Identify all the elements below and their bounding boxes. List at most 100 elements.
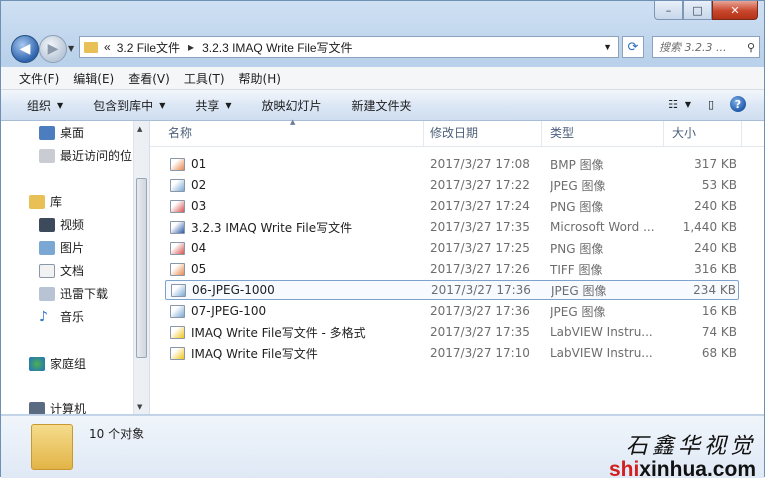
address-bar[interactable]: « 3.2 File文件 ▸ 3.2.3 IMAQ Write File写文件 …	[79, 36, 619, 58]
music-icon: ♪	[39, 308, 48, 325]
video-icon	[39, 217, 55, 232]
scroll-down-icon[interactable]: ▼	[137, 403, 142, 411]
forward-button[interactable]: ▶	[39, 35, 67, 63]
table-row[interactable]: 03 2017/3/27 17:24 PNG 图像 240 KB	[165, 196, 739, 216]
column-type[interactable]: 类型	[542, 121, 664, 146]
command-bar: 组织 ▼ 包含到库中 ▼ 共享 ▼ 放映幻灯片 新建文件夹 ☷ ▼ ▯ ?	[1, 90, 764, 121]
organize-button[interactable]: 组织 ▼	[27, 97, 63, 114]
caption-buttons: – □ ✕	[654, 1, 758, 20]
file-size: 316 KB	[694, 262, 737, 276]
maximize-button[interactable]: □	[683, 1, 712, 20]
minimize-button[interactable]: –	[654, 1, 683, 20]
include-in-library-button[interactable]: 包含到库中 ▼	[93, 97, 165, 114]
breadcrumb-overflow[interactable]: «	[104, 40, 111, 54]
chevron-down-icon[interactable]: ▼	[603, 42, 612, 52]
folder-icon	[31, 424, 73, 470]
nav-item-pictures[interactable]: 图片	[39, 239, 84, 256]
menu-help[interactable]: 帮助(H)	[233, 70, 289, 87]
include-in-library-label: 包含到库中	[93, 98, 154, 113]
file-date: 2017/3/27 17:36	[430, 304, 530, 318]
file-size: 234 KB	[693, 283, 736, 297]
table-row[interactable]: IMAQ Write File写文件 2017/3/27 17:10 LabVIEW…	[165, 343, 739, 363]
file-type: PNG 图像	[550, 241, 604, 256]
nav-item-label: 文档	[60, 264, 85, 278]
file-size: 16 KB	[701, 304, 737, 318]
download-icon	[39, 286, 55, 301]
view-options-icon[interactable]: ☷	[664, 96, 682, 112]
file-name: 01	[191, 157, 207, 171]
scrollbar-thumb[interactable]	[136, 178, 147, 358]
file-name: 06-JPEG-1000	[192, 283, 275, 297]
file-name: 02	[191, 178, 207, 192]
nav-item-computer[interactable]: 计算机	[29, 400, 86, 414]
close-button[interactable]: ✕	[712, 1, 758, 20]
nav-item-homegroup[interactable]: 家庭组	[29, 355, 86, 372]
nav-scrollbar[interactable]: ▲ ▼	[133, 121, 149, 414]
table-row[interactable]: 05 2017/3/27 17:26 TIFF 图像 316 KB	[165, 259, 739, 279]
share-button[interactable]: 共享 ▼	[195, 97, 231, 114]
file-name: 03	[191, 199, 207, 213]
chevron-down-icon[interactable]: ▼	[684, 96, 692, 112]
scroll-up-icon[interactable]: ▲	[137, 125, 142, 133]
file-date: 2017/3/27 17:08	[430, 157, 530, 171]
breadcrumb-item[interactable]: 3.2.3 IMAQ Write File写文件	[202, 39, 352, 56]
table-row[interactable]: 04 2017/3/27 17:25 PNG 图像 240 KB	[165, 238, 739, 258]
table-row[interactable]: 02 2017/3/27 17:22 JPEG 图像 53 KB	[165, 175, 739, 195]
table-row[interactable]: 01 2017/3/27 17:08 BMP 图像 317 KB	[165, 154, 739, 174]
recent-pages-dropdown[interactable]: ▼	[68, 44, 74, 53]
file-type: BMP 图像	[550, 157, 604, 172]
library-icon	[29, 194, 45, 209]
refresh-icon: ⟳	[627, 39, 639, 55]
search-placeholder: 搜索 3.2.3 ...	[659, 41, 727, 54]
menu-file[interactable]: 文件(F)	[1, 70, 67, 87]
new-folder-button[interactable]: 新建文件夹	[352, 97, 412, 114]
nav-item-desktop[interactable]: 桌面	[39, 124, 84, 141]
search-input[interactable]: 搜索 3.2.3 ... ⚲	[652, 36, 760, 58]
file-date: 2017/3/27 17:36	[431, 283, 531, 297]
nav-item-music[interactable]: ♪ 音乐	[39, 308, 84, 325]
menu-view[interactable]: 查看(V)	[122, 70, 178, 87]
table-row[interactable]: IMAQ Write File写文件 - 多格式 2017/3/27 17:35 L…	[165, 322, 739, 342]
column-name[interactable]: 名称	[160, 121, 424, 146]
file-name: IMAQ Write File写文件 - 多格式	[191, 325, 366, 340]
watermark: 石鑫华视觉 shixinhua.com	[609, 428, 756, 482]
file-name: 07-JPEG-100	[191, 304, 267, 318]
breadcrumb-item[interactable]: 3.2 File文件	[117, 39, 180, 56]
file-date: 2017/3/27 17:35	[430, 220, 530, 234]
slideshow-button[interactable]: 放映幻灯片	[262, 97, 322, 114]
file-date: 2017/3/27 17:24	[430, 199, 530, 213]
column-size[interactable]: 大小	[664, 121, 742, 146]
watermark-chinese: 石鑫华视觉	[625, 434, 756, 459]
png-icon	[170, 241, 185, 255]
file-date: 2017/3/27 17:10	[430, 346, 530, 360]
jpeg-icon	[171, 283, 186, 297]
file-date: 2017/3/27 17:25	[430, 241, 530, 255]
breadcrumb-separator-icon[interactable]: ▸	[188, 40, 194, 54]
menu-edit[interactable]: 编辑(E)	[67, 70, 122, 87]
table-row[interactable]: 06-JPEG-1000 2017/3/27 17:36 JPEG 图像 234 KB	[165, 280, 739, 300]
file-size: 53 KB	[701, 178, 737, 192]
file-name: 04	[191, 241, 207, 255]
nav-item-recent[interactable]: 最近访问的位	[39, 147, 132, 164]
table-row[interactable]: 07-JPEG-100 2017/3/27 17:36 JPEG 图像 16 KB	[165, 301, 739, 321]
nav-item-label: 库	[50, 195, 63, 209]
column-date[interactable]: 修改日期	[422, 121, 542, 146]
nav-item-downloads[interactable]: 迅雷下载	[39, 285, 108, 302]
back-button[interactable]: ◀	[11, 35, 39, 63]
nav-item-library[interactable]: 库	[29, 193, 62, 210]
nav-item-label: 图片	[60, 241, 85, 255]
file-size: 240 KB	[694, 241, 737, 255]
recent-places-icon	[39, 148, 55, 163]
file-type: PNG 图像	[550, 199, 604, 214]
refresh-button[interactable]: ⟳	[622, 36, 644, 58]
table-row[interactable]: 3.2.3 IMAQ Write File写文件 2017/3/27 17:35 M…	[165, 217, 739, 237]
menu-tools[interactable]: 工具(T)	[178, 70, 233, 87]
chevron-down-icon: ▼	[57, 100, 64, 110]
nav-item-documents[interactable]: 文档	[39, 262, 84, 279]
search-icon[interactable]: ⚲	[747, 41, 755, 54]
file-size: 240 KB	[694, 199, 737, 213]
file-type: Microsoft Word ...	[550, 220, 655, 234]
preview-pane-icon[interactable]: ▯	[702, 96, 720, 112]
help-icon[interactable]: ?	[730, 96, 746, 112]
nav-item-video[interactable]: 视频	[39, 216, 84, 233]
